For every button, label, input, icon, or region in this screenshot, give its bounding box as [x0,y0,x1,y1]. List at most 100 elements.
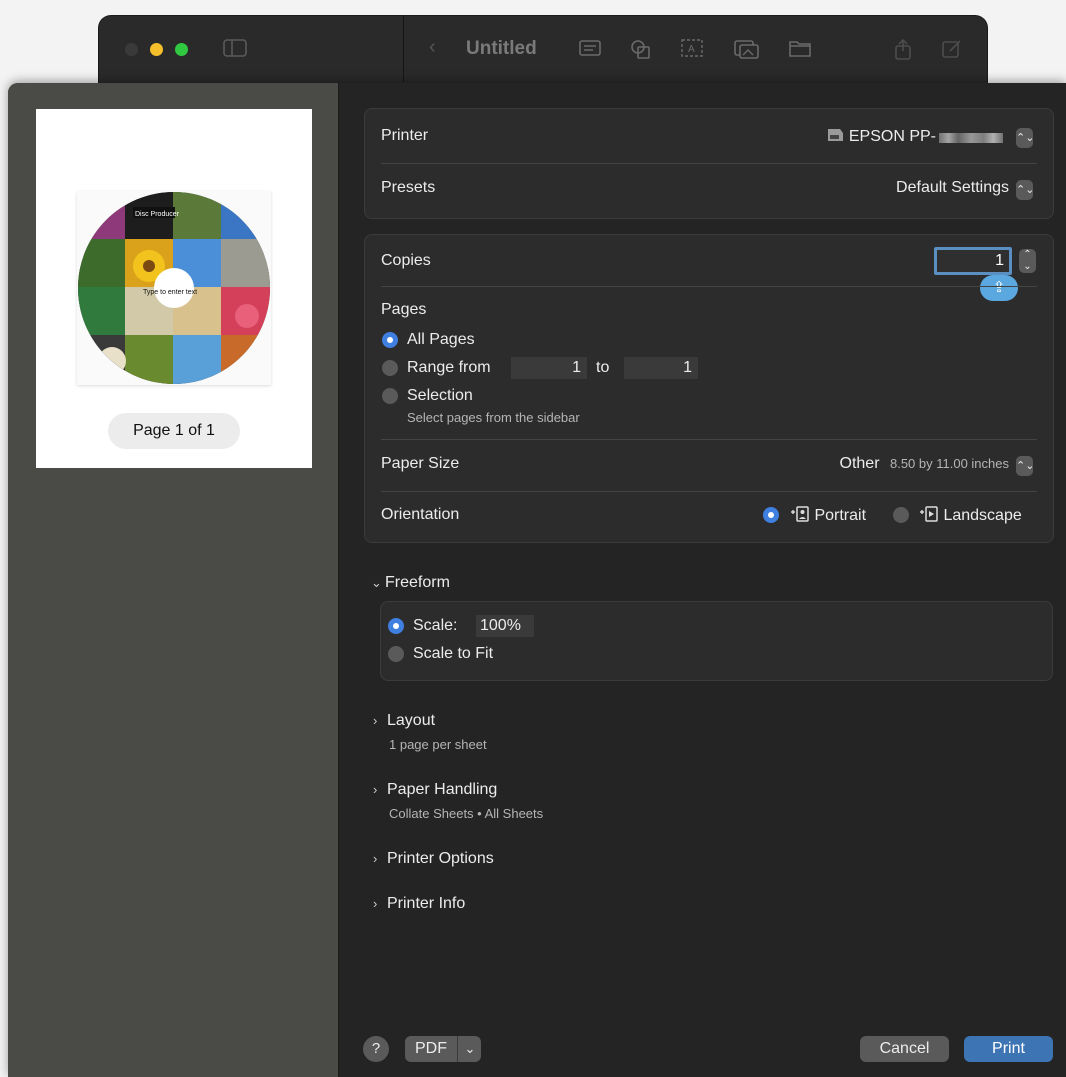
printer-options-title: Printer Options [387,850,494,867]
paper-handling-subtitle: Collate Sheets • All Sheets [389,806,544,821]
cancel-button[interactable]: Cancel [860,1036,949,1062]
paper-size-chevron-icon[interactable]: ⌃⌄ [1016,456,1034,476]
printer-label: Printer [381,127,429,144]
print-dialog: Disc Producer Type to enter text Page 1 … [8,83,1066,1077]
printer-row: Printer EPSON PP- ⌃⌄ [365,111,1053,163]
pdf-menu-button[interactable]: PDF ⌄ [405,1036,481,1062]
text-box-icon[interactable] [579,38,603,60]
caps-lock-icon: ⇪ [980,275,1018,301]
paper-size-label: Paper Size [381,455,460,472]
copies-stepper[interactable]: ⌃ ⌄ [1019,249,1036,273]
scale-to-fit-radio[interactable] [388,646,404,662]
preview-sidebar: Disc Producer Type to enter text Page 1 … [8,83,339,1077]
chevron-right-icon: › [373,713,378,728]
presets-popup[interactable]: Default Settings [896,179,1009,197]
disc-placeholder-text: Type to enter text [143,289,197,296]
edit-icon[interactable] [941,38,965,60]
paper-handling-title: Paper Handling [387,781,498,798]
paper-size-row: Paper Size Other 8.50 by 11.00 inches ⌃⌄ [365,439,1053,491]
copies-row: Copies 1 ⌃ ⌄ ⇪ [365,235,1053,301]
share-icon[interactable] [892,38,916,60]
portrait-option[interactable]: Portrait [790,506,866,525]
all-pages-radio[interactable] [382,332,398,348]
divider [381,286,1037,287]
presets-chevron-icon[interactable]: ⌃⌄ [1016,180,1034,200]
paper-handling-disclosure[interactable]: › Paper Handling [373,781,497,799]
landscape-radio[interactable] [893,507,909,523]
portrait-icon [791,506,809,522]
printer-popup-chevron-icon[interactable]: ⌃⌄ [1016,128,1034,148]
orientation-row: Orientation Portrait Landscape [365,491,1053,543]
pages-label: Pages [381,301,427,318]
close-window-icon[interactable] [125,43,138,56]
portrait-radio[interactable] [763,507,779,523]
chevron-down-icon: ⌄ [464,1041,476,1056]
help-button[interactable]: ? [363,1036,389,1062]
scale-label[interactable]: Scale: [413,617,457,635]
printer-info-disclosure[interactable]: › Printer Info [373,895,465,913]
print-settings: Printer EPSON PP- ⌃⌄ Presets Default Set… [339,83,1066,1077]
paper-size-popup[interactable]: Other 8.50 by 11.00 inches [840,455,1009,473]
page-thumbnail[interactable]: Disc Producer Type to enter text Page 1 … [36,109,312,468]
paper-size-value: Other [839,455,880,472]
titlebar-divider [403,16,404,82]
page-indicator: Page 1 of 1 [108,413,240,449]
range-from-label[interactable]: Range from [407,359,491,377]
layout-subtitle: 1 page per sheet [389,737,487,752]
range-radio[interactable] [382,360,398,376]
selection-hint: Select pages from the sidebar [407,410,580,425]
freeform-group: Scale: 100% Scale to Fit [380,601,1053,681]
folder-icon[interactable] [788,38,812,60]
window-title: Untitled [466,38,537,59]
all-pages-label[interactable]: All Pages [407,331,475,349]
zoom-window-icon[interactable] [175,43,188,56]
range-to-field[interactable]: 1 [624,357,698,379]
scale-to-fit-label[interactable]: Scale to Fit [413,645,493,663]
copies-pages-group: Copies 1 ⌃ ⌄ ⇪ Pages All Pages Range from… [364,234,1054,543]
chevron-right-icon: › [373,851,378,866]
printer-icon [827,129,843,141]
copies-field[interactable]: 1 [934,247,1012,275]
minimize-window-icon[interactable] [150,43,163,56]
printer-info-title: Printer Info [387,895,466,912]
printer-options-disclosure[interactable]: › Printer Options [373,850,494,868]
divider [457,1036,458,1062]
disc-brand-text: Disc Producer [135,211,180,218]
portrait-label: Portrait [814,507,867,524]
orientation-label: Orientation [381,506,460,523]
chevron-right-icon: › [373,782,378,797]
printer-name: EPSON PP- [848,128,936,145]
sidebar-toggle-icon[interactable] [223,38,247,60]
selection-label[interactable]: Selection [407,387,473,405]
freeform-disclosure[interactable]: ⌄ Freeform [371,574,450,592]
shapes-icon[interactable] [629,38,653,60]
paper-size-detail: 8.50 by 11.00 inches [889,456,1009,471]
text-frame-icon[interactable]: A [680,38,704,60]
chevron-right-icon: › [373,896,378,911]
copies-label: Copies [381,252,431,269]
landscape-option[interactable]: Landscape [919,506,1022,525]
scale-field[interactable]: 100% [476,615,534,637]
landscape-label: Landscape [943,507,1022,524]
svg-text:A: A [688,44,695,55]
landscape-icon [920,506,938,522]
scale-radio[interactable] [388,618,404,634]
print-button[interactable]: Print [964,1036,1053,1062]
presets-row: Presets Default Settings ⌃⌄ [365,163,1053,215]
chevron-down-icon: ⌄ [371,575,382,590]
range-to-label: to [596,359,610,376]
layout-title: Layout [387,712,436,729]
printer-name-redacted [939,133,1003,143]
pdf-label: PDF [415,1040,447,1057]
range-from-field[interactable]: 1 [511,357,587,379]
back-chevron-icon[interactable]: ‹ [429,36,436,59]
freeform-title: Freeform [385,574,450,591]
image-icon[interactable] [734,38,759,60]
selection-radio[interactable] [382,388,398,404]
page-preview: Disc Producer Type to enter text [77,191,271,385]
presets-label: Presets [381,179,436,196]
disc-label-artwork: Disc Producer Type to enter text [78,192,270,384]
layout-disclosure[interactable]: › Layout [373,712,435,730]
printer-popup[interactable]: EPSON PP- [825,127,936,146]
printer-group: Printer EPSON PP- ⌃⌄ Presets Default Set… [364,108,1054,219]
